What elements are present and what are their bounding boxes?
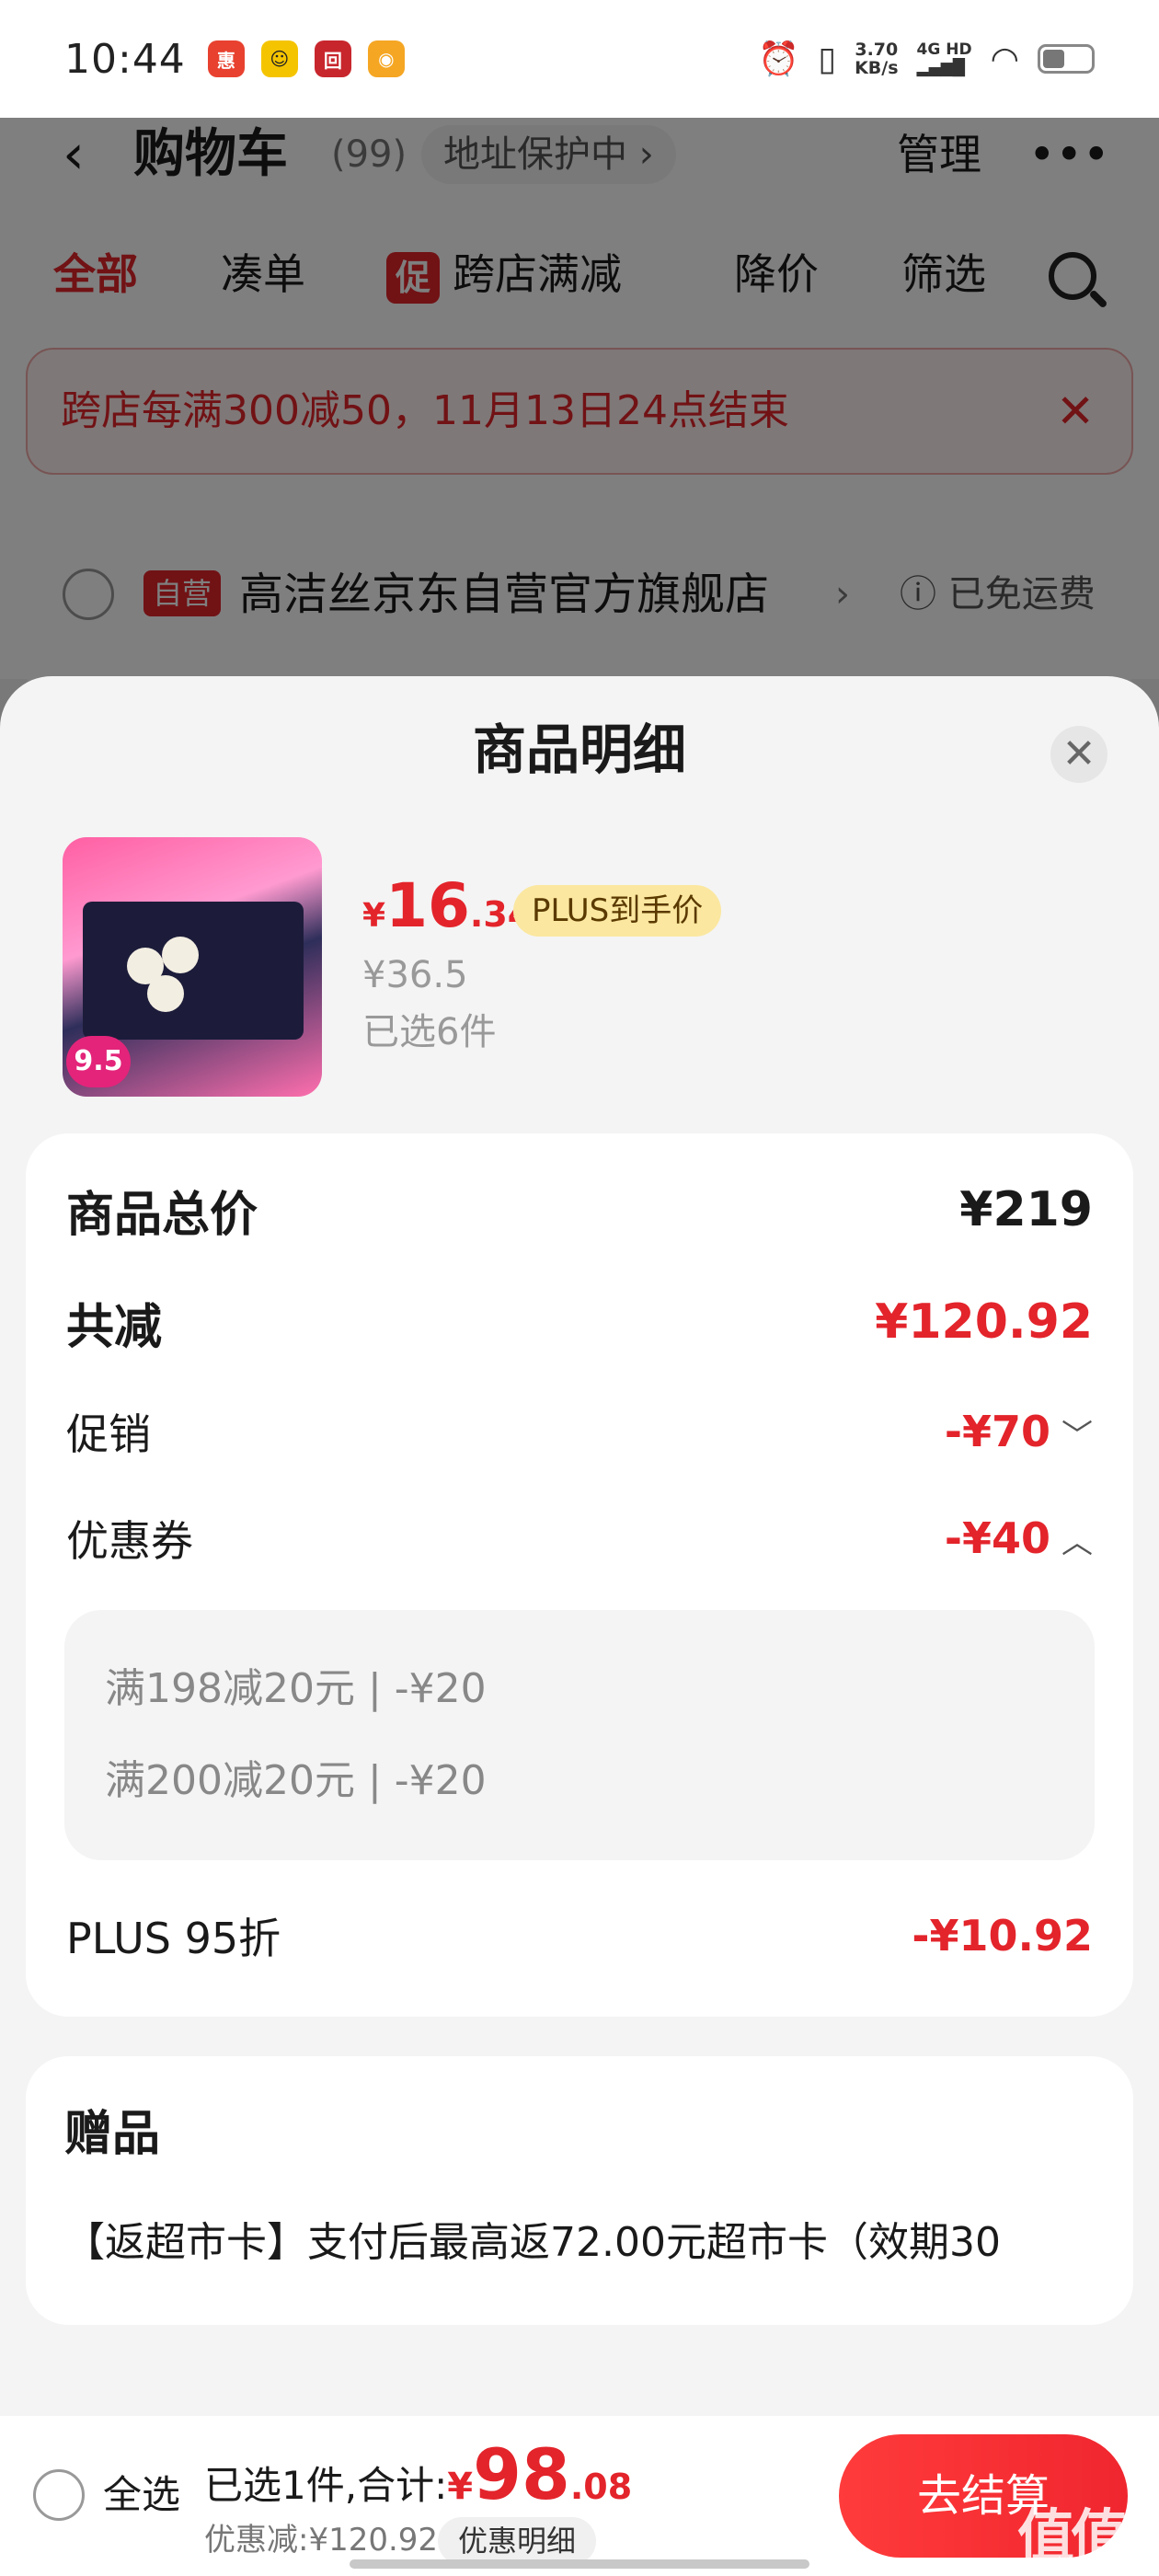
original-price: ¥36.5 bbox=[362, 954, 468, 996]
cart-page: ‹ 购物车 (99) 地址保护中 › 管理 ••• 全部 凑单 促跨店满减 降价… bbox=[0, 118, 1159, 697]
total-reduce-label: 共减 bbox=[66, 1299, 163, 1355]
more-icon[interactable]: ••• bbox=[1028, 118, 1109, 191]
chevron-right-icon[interactable]: › bbox=[835, 558, 850, 631]
gift-card: 赠品 【返超市卡】支付后最高返72.00元超市卡（效期30 bbox=[26, 2056, 1133, 2325]
total-price-row: 商品总价 ¥219 bbox=[66, 1168, 1093, 1251]
product-summary: 9.5 ¥16.34 PLUS到手价 ¥36.5 已选6件 bbox=[0, 837, 1159, 1113]
meituan-app-icon: ☺ bbox=[260, 40, 298, 77]
gift-title: 赠品 bbox=[64, 2107, 161, 2162]
promo-banner: 跨店每满300减50，11月13日24点结束 ✕ bbox=[26, 348, 1133, 475]
thumb-badge: 9.5 bbox=[66, 1036, 131, 1087]
search-icon[interactable] bbox=[1049, 252, 1096, 300]
network-speed-unit: KB/s bbox=[855, 58, 899, 78]
tab-cross-store[interactable]: 促跨店满减 bbox=[386, 237, 622, 311]
total-price-value: ¥219 bbox=[959, 1182, 1093, 1237]
promotion-value: -¥70 bbox=[944, 1407, 1050, 1456]
discount-detail-button[interactable]: 优惠明细 bbox=[438, 2517, 597, 2565]
notification-icons: 惠 ☺ 回 ◉ bbox=[207, 40, 405, 77]
coupon-label: 优惠券 bbox=[66, 1516, 193, 1566]
promotion-label: 促销 bbox=[66, 1409, 151, 1459]
store-checkbox[interactable] bbox=[63, 569, 114, 620]
coupon-item: 满198减20元 | -¥20 bbox=[105, 1665, 487, 1712]
alarm-icon: ⏰ bbox=[758, 40, 800, 78]
price-int: 16 bbox=[385, 870, 470, 941]
total-reduce-value: ¥120.92 bbox=[875, 1294, 1093, 1350]
total-reduce-row: 共减 ¥120.92 bbox=[66, 1281, 1093, 1363]
close-icon[interactable]: ✕ bbox=[1050, 726, 1107, 783]
close-icon[interactable]: ✕ bbox=[1056, 350, 1095, 473]
tab-all[interactable]: 全部 bbox=[53, 237, 138, 311]
tab-cross-store-label: 跨店满减 bbox=[453, 249, 623, 299]
total-symbol: ¥ bbox=[447, 2466, 474, 2508]
price-symbol: ¥ bbox=[362, 897, 386, 935]
page-title: 购物车 bbox=[133, 124, 288, 184]
home-indicator[interactable] bbox=[350, 2559, 809, 2569]
weibo-app-icon: ◉ bbox=[367, 40, 405, 77]
promo-banner-text: 跨店每满300减50，11月13日24点结束 bbox=[61, 387, 789, 434]
coupon-row[interactable]: 优惠券 -¥40 ︿ bbox=[66, 1501, 1093, 1575]
cart-count: (99) bbox=[331, 133, 407, 176]
checkout-bar: 全选 已选1件,合计:¥98.08 优惠减:¥120.92 优惠明细 去结算 bbox=[0, 2416, 1159, 2576]
gift-description: 【返超市卡】支付后最高返72.00元超市卡（效期30 bbox=[64, 2219, 1001, 2266]
discount-summary: 优惠减:¥120.92 bbox=[204, 2522, 439, 2559]
network-label: 4G HD bbox=[916, 40, 972, 59]
selected-quantity: 已选6件 bbox=[362, 1011, 497, 1053]
chevron-down-icon[interactable]: ﹀ bbox=[1061, 1418, 1093, 1455]
select-all-checkbox[interactable] bbox=[33, 2469, 85, 2521]
select-all-label[interactable]: 全选 bbox=[103, 2467, 180, 2523]
sheet-title: 商品明细 bbox=[472, 719, 686, 781]
self-operated-badge: 自营 bbox=[143, 570, 222, 616]
store-row: 自营 高洁丝京东自营官方旗舰店 › ⓘ 已免运费 bbox=[26, 495, 1133, 697]
signal-icon: 4G HD ▂▄▆█ bbox=[916, 40, 972, 77]
promotion-row[interactable]: 促销 -¥70 ﹀ bbox=[66, 1395, 1093, 1468]
jd-app-icon: 回 bbox=[314, 40, 351, 77]
cart-header: ‹ 购物车 (99) 地址保护中 › 管理 ••• bbox=[0, 118, 1159, 201]
battery-icon bbox=[1038, 44, 1095, 74]
total-int: 98 bbox=[473, 2433, 570, 2515]
back-arrow-icon[interactable]: ‹ bbox=[63, 118, 85, 191]
total-label: 已选1件,合计: bbox=[204, 2463, 448, 2508]
watermark-url: zhizhizhi.com bbox=[1049, 2554, 1159, 2573]
tab-filter[interactable]: 筛选 bbox=[901, 237, 986, 311]
total-price-label: 商品总价 bbox=[66, 1187, 258, 1243]
plus-price-tag: PLUS到手价 bbox=[513, 885, 722, 937]
coupon-value: -¥40 bbox=[944, 1513, 1050, 1563]
promo-badge: 促 bbox=[386, 251, 441, 304]
coupon-list: 满198减20元 | -¥20 满200减20元 | -¥20 bbox=[64, 1610, 1095, 1860]
product-price: ¥16.34 bbox=[362, 874, 532, 954]
wifi-icon: ◠ bbox=[990, 40, 1019, 78]
chevron-up-icon[interactable]: ︿ bbox=[1061, 1524, 1093, 1561]
status-bar: 10:44 惠 ☺ 回 ◉ ⏰ ▯ 3.70 KB/s 4G HD ▂▄▆█ ◠ bbox=[0, 0, 1159, 118]
coupon-item: 满200减20元 | -¥20 bbox=[105, 1757, 487, 1804]
network-speed-value: 3.70 bbox=[855, 40, 899, 60]
tab-price-drop[interactable]: 降价 bbox=[734, 237, 819, 311]
free-shipping-label: ⓘ 已免运费 bbox=[900, 573, 1096, 615]
address-protection-pill[interactable]: 地址保护中 › bbox=[421, 125, 676, 184]
tab-add-on[interactable]: 凑单 bbox=[221, 237, 305, 311]
product-detail-sheet: 商品明细 ✕ 9.5 ¥16.34 PLUS到手价 ¥36.5 已选6件 商品总… bbox=[0, 676, 1159, 2576]
network-speed: 3.70 KB/s bbox=[855, 40, 898, 77]
jd-promo-app-icon: 惠 bbox=[207, 40, 245, 77]
vibrate-icon: ▯ bbox=[818, 40, 837, 78]
plus-discount-label: PLUS 95折 bbox=[66, 1914, 281, 1963]
plus-discount-row: PLUS 95折 -¥10.92 bbox=[66, 1899, 1093, 1972]
total-dec: .08 bbox=[569, 2467, 633, 2507]
plus-discount-value: -¥10.92 bbox=[912, 1911, 1093, 1961]
filter-tabs: 全部 凑单 促跨店满减 降价 筛选 bbox=[0, 237, 1159, 311]
product-thumbnail: 9.5 bbox=[63, 837, 322, 1097]
store-name[interactable]: 高洁丝京东自营官方旗舰店 bbox=[239, 558, 828, 631]
manage-button[interactable]: 管理 bbox=[897, 118, 981, 191]
status-time: 10:44 bbox=[64, 35, 186, 83]
price-breakdown-card: 商品总价 ¥219 共减 ¥120.92 促销 -¥70 ﹀ 优惠券 -¥40 ︿ … bbox=[26, 1133, 1133, 2017]
